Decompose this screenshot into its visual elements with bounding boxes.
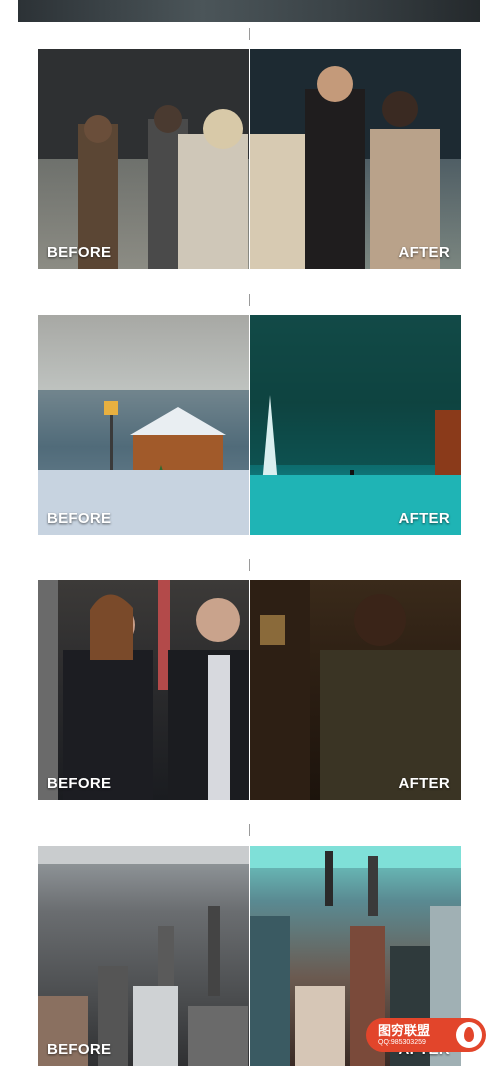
before-label: BEFORE bbox=[47, 510, 112, 527]
divider-tick bbox=[249, 559, 250, 571]
comparison-panel-office: BEFORE AFTER bbox=[38, 580, 461, 800]
split-line bbox=[249, 315, 250, 535]
before-image-figures bbox=[38, 49, 249, 269]
before-image: BEFORE bbox=[38, 315, 249, 535]
split-line bbox=[249, 846, 250, 1066]
before-image-skyline bbox=[38, 846, 249, 1066]
after-label: AFTER bbox=[398, 510, 450, 527]
after-image: AFTER bbox=[250, 315, 461, 535]
after-label: AFTER bbox=[398, 244, 450, 261]
before-label: BEFORE bbox=[47, 1041, 112, 1058]
before-label: BEFORE bbox=[47, 775, 112, 792]
divider-tick bbox=[249, 28, 250, 40]
after-image-figures bbox=[250, 49, 461, 269]
before-image-scene bbox=[38, 390, 249, 535]
before-image-figures bbox=[38, 580, 249, 800]
after-image: AFTER bbox=[250, 580, 461, 800]
comparison-panel-winter: BEFORE AFTER bbox=[38, 315, 461, 535]
top-image-strip bbox=[18, 0, 480, 22]
divider-tick bbox=[249, 824, 250, 836]
before-image: BEFORE bbox=[38, 49, 249, 269]
split-line bbox=[249, 49, 250, 269]
after-image-scene bbox=[250, 315, 461, 535]
split-line bbox=[249, 580, 250, 800]
watermark-badge: 图穷联盟 QQ:985303259 bbox=[366, 1018, 486, 1052]
watermark-qq: QQ:985303259 bbox=[378, 1039, 426, 1046]
divider-tick bbox=[249, 294, 250, 306]
before-image: BEFORE bbox=[38, 580, 249, 800]
before-label: BEFORE bbox=[47, 244, 112, 261]
watermark-brand: 图穷联盟 bbox=[378, 1023, 431, 1038]
comparison-panel-business: BEFORE AFTER bbox=[38, 49, 461, 269]
after-label: AFTER bbox=[398, 775, 450, 792]
before-image: BEFORE bbox=[38, 846, 249, 1066]
after-image: AFTER bbox=[250, 49, 461, 269]
flame-icon bbox=[456, 1022, 482, 1048]
after-image-figures bbox=[250, 580, 461, 800]
